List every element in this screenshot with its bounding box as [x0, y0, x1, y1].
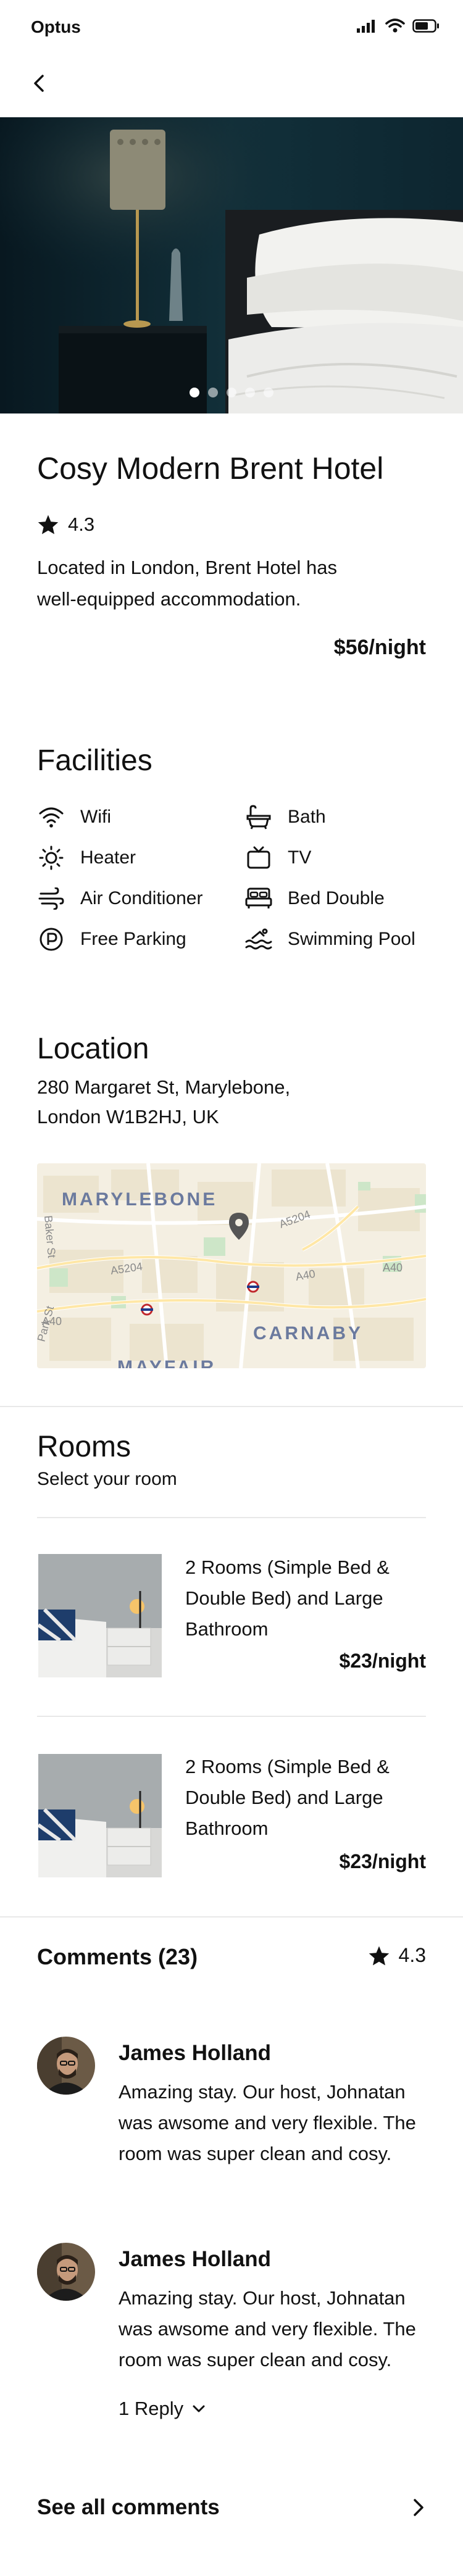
facility-label: Bed Double: [288, 888, 385, 908]
hotel-photo-carousel[interactable]: [0, 117, 463, 413]
signal-icon: [357, 20, 375, 33]
facility-label: Heater: [80, 847, 136, 868]
facility-tv: TV: [244, 844, 311, 872]
facility-label: TV: [288, 847, 312, 868]
rating-value: 4.3: [398, 1944, 426, 1966]
location-address: 280 Margaret St, Marylebone, London W1B2…: [37, 1073, 407, 1132]
see-all-label: See all comments: [37, 2495, 220, 2519]
back-button[interactable]: [27, 71, 52, 96]
room-price: $23/night: [339, 1850, 426, 1872]
facility-label: Bath: [288, 807, 326, 827]
facility-swimming-pool: Swimming Pool: [244, 925, 415, 954]
rooms-title: Rooms: [37, 1431, 131, 1463]
room-divider: [37, 1517, 426, 1518]
facility-bath: Bath: [244, 803, 326, 831]
map-label: MAYFAIR: [117, 1357, 216, 1368]
battery-icon: [412, 19, 439, 33]
map-road-label: A40: [383, 1261, 403, 1274]
address-line2: London W1B2HJ, UK: [37, 1106, 219, 1128]
room-photo: [38, 1554, 162, 1677]
comment-text: Amazing stay. Our host, Johnatan was aws…: [119, 2081, 416, 2164]
facility-label: Free Parking: [80, 929, 186, 949]
parking-icon: [37, 925, 65, 954]
facility-label: Air Conditioner: [80, 888, 203, 908]
reply-count: 1 Reply: [119, 2398, 184, 2419]
carousel-dot[interactable]: [208, 388, 218, 397]
hotel-price: $56/night: [333, 636, 426, 659]
carousel-dot[interactable]: [227, 388, 236, 397]
carousel-dot[interactable]: [245, 388, 255, 397]
map-image: MARYLEBONE CARNABY MAYFAIR A5204 A5204 A…: [37, 1163, 426, 1368]
location-title: Location: [37, 1032, 149, 1065]
carousel-dot[interactable]: [190, 388, 199, 397]
chevron-right-icon: [414, 2499, 423, 2516]
rooms-subtitle: Select your room: [37, 1469, 177, 1489]
tube-station-icon: [247, 1281, 259, 1293]
room-price: $23/night: [339, 1650, 426, 1672]
pool-icon: [244, 925, 273, 954]
carousel-dot[interactable]: [264, 388, 273, 397]
bed-icon: [244, 884, 273, 913]
comments-rating: 4.3: [368, 1944, 426, 1967]
tv-icon: [244, 844, 273, 872]
location-map[interactable]: MARYLEBONE CARNABY MAYFAIR A5204 A5204 A…: [37, 1163, 426, 1368]
section-divider: [0, 1916, 463, 1917]
bath-icon: [244, 803, 273, 831]
room-description: 2 Rooms (Simple Bed & Double Bed) and La…: [185, 1756, 390, 1839]
air-conditioner-icon: [37, 884, 65, 913]
hotel-room-photo: [0, 117, 463, 413]
room-description: 2 Rooms (Simple Bed & Double Bed) and La…: [185, 1556, 390, 1640]
chevron-left-icon: [34, 75, 44, 92]
wifi-status-icon: [385, 19, 405, 33]
facility-air-conditioner: Air Conditioner: [37, 884, 202, 913]
wifi-icon: [37, 803, 65, 831]
see-all-comments-button[interactable]: See all comments: [37, 2489, 426, 2526]
commenter-name: James Holland: [119, 2247, 272, 2271]
star-icon: [38, 515, 59, 534]
facility-heater: Heater: [37, 844, 136, 872]
star-icon: [369, 1945, 389, 1966]
hotel-name: Cosy Modern Brent Hotel: [37, 451, 384, 486]
commenter-name: James Holland: [119, 2041, 272, 2065]
facility-bed-double: Bed Double: [244, 884, 385, 913]
facility-wifi: Wifi: [37, 803, 111, 831]
carousel-indicator: [0, 388, 463, 397]
map-label: CARNABY: [253, 1323, 363, 1344]
heater-icon: [37, 844, 65, 872]
hotel-description: Located in London, Brent Hotel has well-…: [37, 557, 338, 610]
carrier-name: Optus: [31, 17, 81, 36]
facilities-title: Facilities: [37, 744, 152, 777]
address-line1: 280 Margaret St, Marylebone,: [37, 1076, 291, 1098]
avatar: [37, 2037, 95, 2095]
facility-label: Swimming Pool: [288, 929, 415, 949]
hotel-rating: 4.3: [37, 513, 94, 536]
facility-label: Wifi: [80, 807, 111, 827]
rating-value: 4.3: [68, 513, 95, 535]
tube-station-icon: [141, 1303, 153, 1316]
status-icons: [357, 19, 440, 33]
section-divider: [0, 1406, 463, 1407]
room-divider: [37, 1716, 426, 1717]
chevron-down-icon: [193, 2405, 205, 2412]
comments-title: Comments (23): [37, 1944, 198, 1969]
facility-free-parking: Free Parking: [37, 925, 186, 954]
status-bar: Optus: [0, 0, 463, 56]
replies-toggle[interactable]: 1 Reply: [119, 2398, 206, 2420]
comment-text: Amazing stay. Our host, Johnatan was aws…: [119, 2287, 416, 2370]
room-photo: [38, 1754, 162, 1877]
map-label: MARYLEBONE: [62, 1189, 217, 1210]
avatar: [37, 2243, 95, 2301]
